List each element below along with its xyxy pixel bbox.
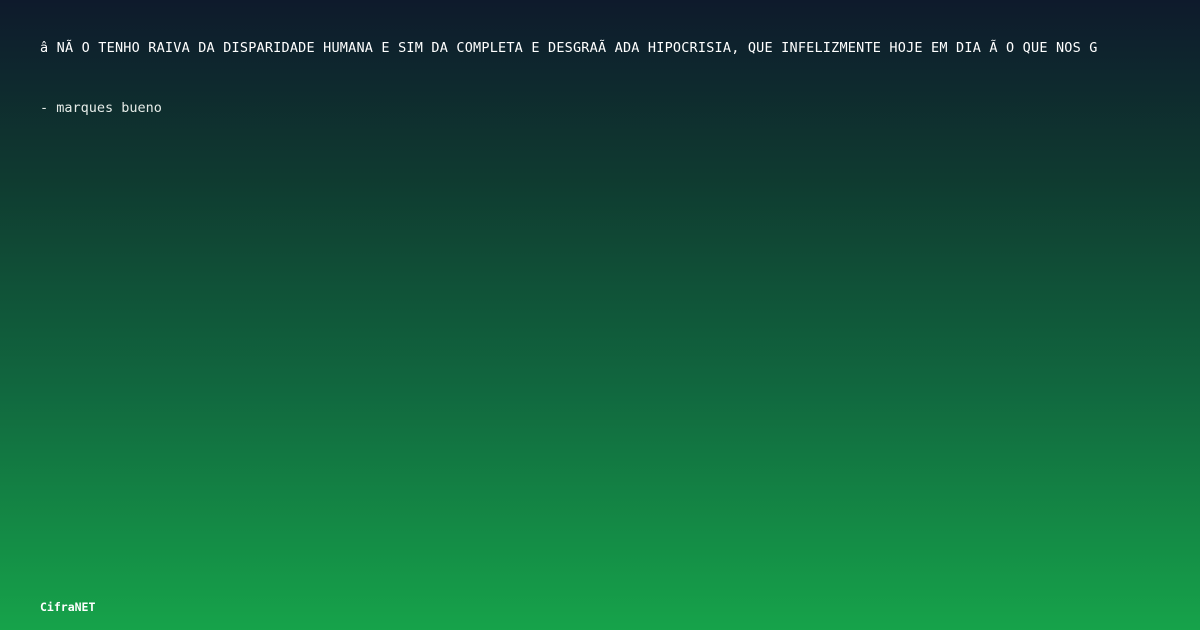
- quote-author: - marques bueno: [40, 100, 162, 116]
- quote-text: â NÃ O TENHO RAIVA DA DISPARIDADE HUMANA…: [40, 40, 1098, 56]
- quote-card: â NÃ O TENHO RAIVA DA DISPARIDADE HUMANA…: [0, 0, 1200, 630]
- brand-logo-text: CifraNET: [40, 600, 96, 614]
